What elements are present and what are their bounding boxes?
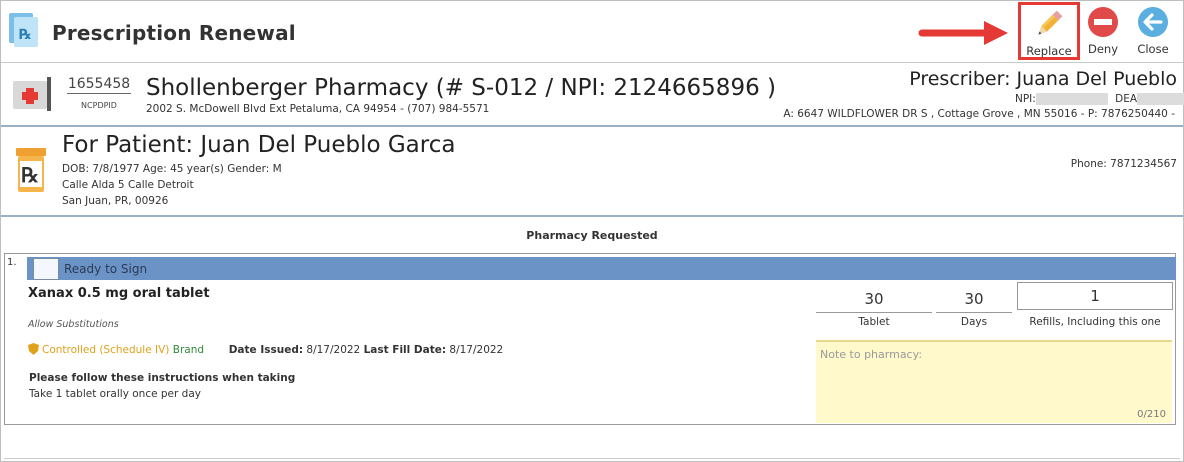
sign-checkbox[interactable] — [33, 258, 59, 280]
date-issued-label: Date Issued: — [228, 344, 304, 356]
patient-section: ℞ For Patient: Juan Del Pueblo Garca DOB… — [1, 127, 1183, 217]
deny-label: Deny — [1087, 42, 1119, 56]
patient-address-line1: Calle Alda 5 Calle Detroit — [62, 179, 194, 191]
note-placeholder: Note to pharmacy: — [820, 348, 923, 361]
back-arrow-circle-icon — [1138, 7, 1168, 37]
close-button[interactable]: Close — [1128, 4, 1178, 58]
status-bar: Ready to Sign — [27, 257, 1176, 280]
medication-card: 1. Ready to Sign Xanax 0.5 mg oral table… — [4, 253, 1176, 425]
replace-label: Replace — [1026, 44, 1072, 58]
prescriber-name: Prescriber: Juana Del Pueblo — [909, 68, 1177, 90]
prescriber-ids: NPI: DEA — [1015, 93, 1184, 105]
days-value: 30 — [936, 285, 1012, 313]
pharmacy-note-textarea[interactable]: Note to pharmacy: 0/210 — [816, 340, 1172, 423]
shield-icon — [28, 343, 39, 355]
instructions-title: Please follow these instructions when ta… — [29, 372, 296, 384]
replace-button[interactable]: Replace — [1018, 2, 1080, 60]
red-arrow-annotation — [918, 21, 1008, 45]
patient-demographics: DOB: 7/8/1977 Age: 45 year(s) Gender: M — [62, 163, 282, 175]
section-title: Pharmacy Requested — [526, 229, 658, 242]
page-title: Prescription Renewal — [52, 21, 296, 45]
days-label: Days — [960, 316, 988, 328]
patient-name: For Patient: Juan Del Pueblo Garca — [62, 132, 456, 158]
quantity-unit: Tablet — [858, 316, 890, 328]
status-label: Ready to Sign — [64, 262, 148, 276]
rx-bottle-icon: ℞ — [16, 148, 46, 192]
last-fill-label: Last Fill Date: — [363, 344, 447, 356]
pharmacy-address: 2002 S. McDowell Blvd Ext Petaluma, CA 9… — [146, 103, 490, 115]
npi-redacted — [1035, 93, 1108, 105]
dea-label: DEA — [1115, 93, 1138, 105]
refills-label: Refills, Including this one — [1029, 316, 1161, 328]
divider — [4, 458, 1180, 459]
deny-button[interactable]: Deny — [1078, 4, 1128, 58]
controlled-schedule: Controlled (Schedule IV) — [42, 344, 170, 356]
pharmacy-name: Shollenberger Pharmacy (# S-012 / NPI: 2… — [146, 75, 776, 101]
minus-circle-icon — [1088, 7, 1118, 37]
note-char-counter: 0/210 — [1137, 409, 1166, 420]
svg-text:℞: ℞ — [19, 27, 32, 43]
patient-phone: Phone: 7871234567 — [1070, 158, 1177, 170]
svg-text:℞: ℞ — [21, 163, 39, 187]
date-issued-value: 8/17/2022 — [306, 344, 361, 356]
prescriber-address: A: 6647 WILDFLOWER DR S , Cottage Grove … — [783, 108, 1175, 120]
rx-document-icon: ℞ — [9, 13, 38, 47]
allow-substitutions: Allow Substitutions — [28, 319, 119, 330]
refills-input[interactable]: 1 — [1017, 282, 1173, 310]
pharmacy-cross-icon — [13, 77, 51, 111]
patient-address-line2: San Juan, PR, 00926 — [62, 195, 169, 207]
npi-label: NPI: — [1015, 93, 1036, 105]
quantity-value: 30 — [816, 285, 932, 313]
ncpdp-id: 1655458 — [67, 76, 131, 94]
instructions-text: Take 1 tablet orally once per day — [29, 388, 201, 400]
pencil-icon — [1038, 10, 1063, 35]
ncpdp-label: NCPDPID — [81, 101, 117, 110]
item-number: 1. — [7, 257, 17, 268]
last-fill-value: 8/17/2022 — [449, 344, 504, 356]
close-label: Close — [1137, 42, 1169, 56]
dea-redacted — [1137, 93, 1184, 105]
pharmacy-section: 1655458 NCPDPID Shollenberger Pharmacy (… — [1, 63, 1184, 127]
drug-name: Xanax 0.5 mg oral tablet — [28, 286, 210, 301]
medication-details: Controlled (Schedule IV) Brand Date Issu… — [28, 343, 503, 356]
brand-label: Brand — [172, 344, 205, 356]
